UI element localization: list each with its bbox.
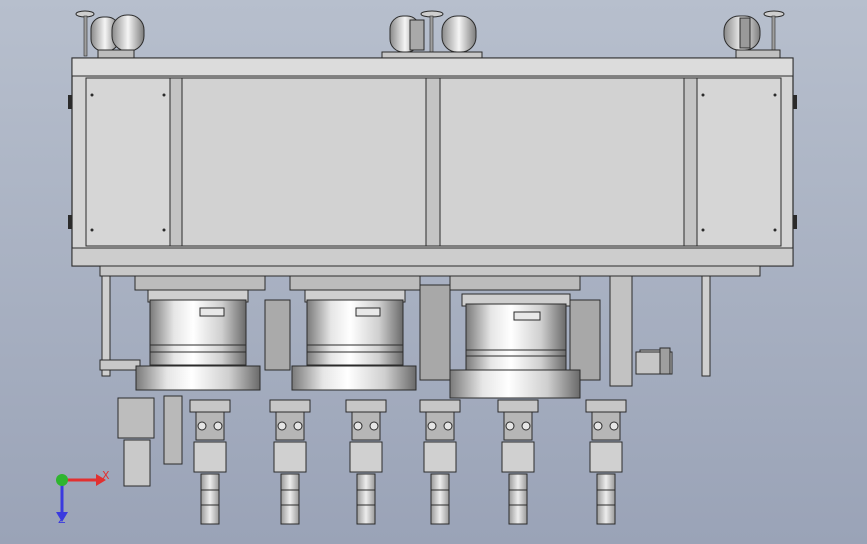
head-bolt [197,421,207,431]
head-rod [200,473,220,525]
head-bolt [353,421,363,431]
lamp-left [75,10,145,60]
head-bolt [443,421,453,431]
head-rod [356,473,376,525]
cad-viewport[interactable]: X Z [0,0,867,544]
cylinder-1 [135,289,261,391]
axis-z-label: Z [58,513,66,526]
head-mount [189,399,231,413]
pick-head-5 [497,399,539,525]
head-body [589,441,623,473]
head-mount [269,399,311,413]
head-bolt [369,421,379,431]
main-cabinet [68,57,797,267]
left-actuator [117,395,183,487]
head-rod [280,473,300,525]
head-mount [345,399,387,413]
head-bolt [277,421,287,431]
head-bolt [427,421,437,431]
head-bolt [609,421,619,431]
right-actuator [635,347,673,375]
head-body [349,441,383,473]
pick-head-1 [189,399,231,525]
head-body [273,441,307,473]
head-body [193,441,227,473]
machine-assembly-model[interactable] [0,0,867,544]
head-rod [430,473,450,525]
pick-head-6 [585,399,627,525]
head-body [501,441,535,473]
top-lamp-group [75,10,785,60]
head-bolt [505,421,515,431]
head-bolt [213,421,223,431]
axis-x-label: X [102,469,110,482]
head-rod [596,473,616,525]
lamp-center [381,10,483,59]
cylinder-3 [449,293,581,399]
head-bolt [293,421,303,431]
pick-head-4 [419,399,461,525]
head-mount [419,399,461,413]
pick-head-row [189,399,627,525]
head-body [423,441,457,473]
head-mount [585,399,627,413]
head-mount [497,399,539,413]
head-rod [508,473,528,525]
pick-head-3 [345,399,387,525]
head-bolt [593,421,603,431]
pick-head-2 [269,399,311,525]
lamp-right [723,10,785,59]
cylinder-2 [291,289,417,391]
head-bolt [521,421,531,431]
